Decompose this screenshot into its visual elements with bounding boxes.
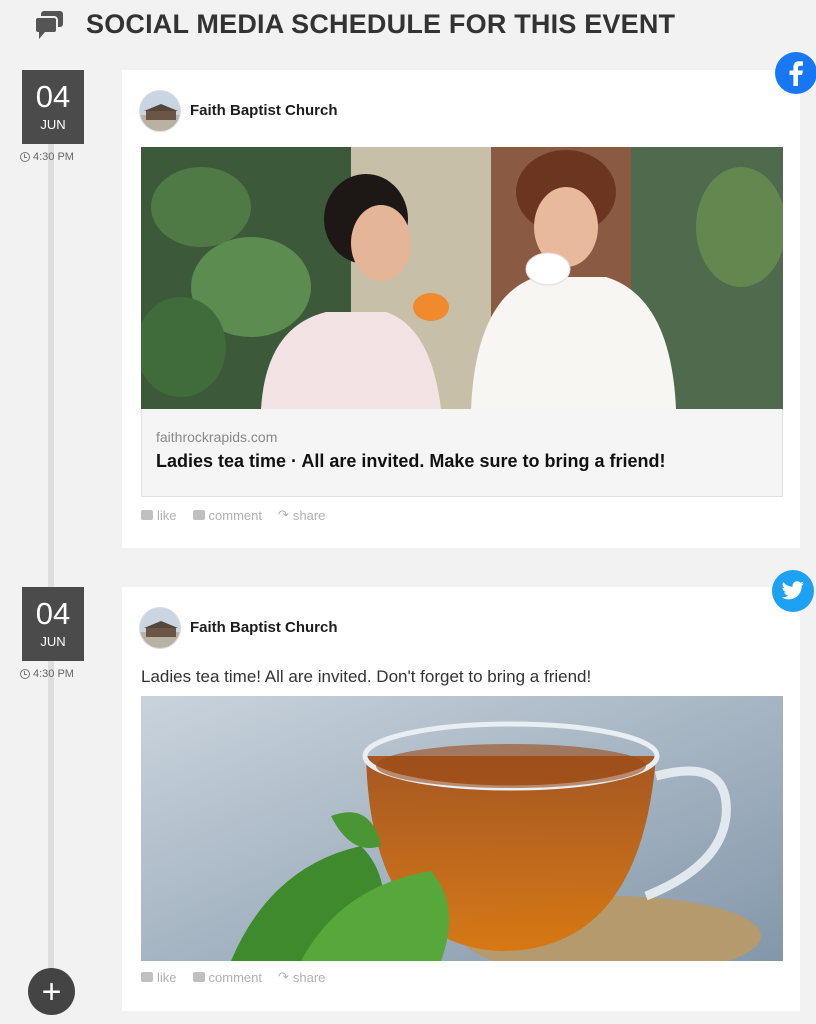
comment-button[interactable]: comment <box>192 507 262 523</box>
twitter-icon <box>772 570 814 612</box>
like-button[interactable]: like <box>141 507 177 523</box>
post-date-month: JUN <box>40 634 66 649</box>
post-time-label: 4:30 PM <box>33 668 74 680</box>
page-name[interactable]: Faith Baptist Church <box>190 619 338 636</box>
comment-label: comment <box>208 969 262 985</box>
church-avatar <box>139 90 181 132</box>
tweet-text: Ladies tea time! All are invited. Don't … <box>141 667 592 686</box>
like-button[interactable]: like <box>141 969 177 985</box>
post-date-day: 04 <box>35 79 71 114</box>
add-post-button[interactable]: + <box>28 968 75 1015</box>
share-label: share <box>292 507 326 523</box>
comment-icon <box>192 510 205 520</box>
comment-button[interactable]: comment <box>192 969 262 985</box>
post-time: 4:30 PM <box>20 668 74 680</box>
comment-label: comment <box>208 507 262 523</box>
post-image-tea-cup <box>141 696 783 961</box>
facebook-post-card[interactable]: Faith Baptist Church faithrockrapids.com… <box>122 70 800 548</box>
post-actions: like comment ↷ share <box>141 507 325 523</box>
comment-icon <box>192 972 205 982</box>
post-time: 4:30 PM <box>20 151 74 163</box>
chat-bubbles-icon <box>34 11 63 39</box>
twitter-post-card[interactable]: Faith Baptist Church Ladies tea time! Al… <box>122 587 800 1011</box>
church-avatar <box>139 607 181 649</box>
clock-icon <box>20 669 30 679</box>
post-date-badge: 04 JUN <box>22 70 84 144</box>
timeline-line <box>48 143 54 988</box>
link-domain: faithrockrapids.com <box>156 429 278 445</box>
clock-icon <box>20 152 30 162</box>
thumbs-up-icon <box>141 510 153 520</box>
post-actions: like comment ↷ share <box>141 969 325 985</box>
share-button[interactable]: ↷ share <box>278 969 325 985</box>
post-date-day: 04 <box>35 596 71 631</box>
page-name[interactable]: Faith Baptist Church <box>190 102 338 119</box>
share-label: share <box>292 969 326 985</box>
post-time-label: 4:30 PM <box>33 151 74 163</box>
like-label: like <box>157 969 177 985</box>
post-date-month: JUN <box>40 117 66 132</box>
link-headline: Ladies tea time · All are invited. Make … <box>156 451 666 471</box>
plus-icon: + <box>41 972 62 1011</box>
share-arrow-icon: ↷ <box>277 969 289 984</box>
link-preview[interactable]: faithrockrapids.com Ladies tea time · Al… <box>141 409 783 497</box>
share-button[interactable]: ↷ share <box>278 507 325 523</box>
page-header: SOCIAL MEDIA SCHEDULE FOR THIS EVENT <box>32 6 675 42</box>
facebook-icon <box>775 52 816 94</box>
share-arrow-icon: ↷ <box>277 507 289 522</box>
post-date-badge: 04 JUN <box>22 587 84 661</box>
post-image-women-tea <box>141 147 783 409</box>
like-label: like <box>157 507 177 523</box>
thumbs-up-icon <box>141 972 153 982</box>
page-title: SOCIAL MEDIA SCHEDULE FOR THIS EVENT <box>86 8 676 39</box>
